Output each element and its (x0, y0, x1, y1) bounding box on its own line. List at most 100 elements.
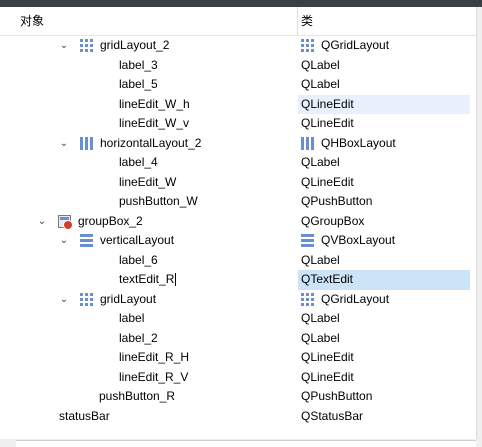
tree-row[interactable]: statusBar QStatusBar (0, 407, 476, 427)
tree-row[interactable]: label_6 QLabel (0, 251, 476, 271)
class-name-cell: QGridLayout (298, 36, 470, 56)
object-name: lineEdit_W_v (119, 116, 190, 130)
object-name-cell: label (119, 309, 144, 329)
object-name: label (119, 311, 145, 325)
tree-row[interactable]: textEdit_R QTextEdit (0, 270, 476, 290)
object-name: pushButton_R (99, 389, 176, 403)
object-name-cell: gridLayout (80, 290, 156, 310)
class-name-cell: QStatusBar (298, 407, 470, 427)
object-name-cell: lineEdit_W (119, 173, 176, 193)
object-name-cell: statusBar (59, 407, 110, 427)
vbox-class-icon (301, 234, 314, 248)
object-name-cell: verticalLayout (80, 231, 174, 251)
grid-layout-icon (80, 39, 93, 53)
class-name-cell: QLineEdit (298, 94, 470, 114)
tree-row[interactable]: ⌄ gridLayout QGridLayout (0, 290, 476, 310)
chevron-down-icon[interactable]: ⌄ (36, 212, 48, 232)
tree-row[interactable]: pushButton_R QPushButton (0, 387, 476, 407)
class-name: QTextEdit (301, 272, 354, 286)
object-name: horizontalLayout_2 (100, 135, 202, 150)
text-caret (175, 273, 177, 287)
header-divider[interactable] (297, 7, 298, 35)
chevron-down-icon[interactable]: ⌄ (58, 290, 70, 310)
tree-row[interactable]: label QLabel (0, 309, 476, 329)
class-name-cell: QTextEdit (298, 270, 470, 290)
class-name-cell: QGridLayout (298, 290, 470, 310)
object-name: statusBar (59, 408, 110, 423)
class-name: QLabel (301, 57, 340, 72)
class-name-cell: QVBoxLayout (298, 231, 470, 251)
object-name: pushButton_W (119, 194, 198, 208)
class-name-cell: QHBoxLayout (298, 134, 470, 154)
class-name-cell: QLineEdit (298, 114, 470, 134)
chevron-down-icon[interactable]: ⌄ (58, 231, 70, 251)
object-name: gridLayout_2 (100, 38, 170, 52)
tree-row[interactable]: lineEdit_W_v QLineEdit (0, 114, 476, 134)
object-name: label_5 (119, 77, 158, 91)
column-header-class[interactable]: 类 (301, 7, 313, 35)
object-name: label_2 (119, 330, 158, 345)
class-name-cell: QLineEdit (298, 348, 470, 368)
object-name-cell: horizontalLayout_2 (80, 134, 201, 154)
class-name: QGroupBox (301, 213, 365, 228)
object-name-cell: lineEdit_R_V (119, 368, 188, 388)
tree-row[interactable]: ⌄ horizontalLayout_2 QHBoxLayout (0, 134, 476, 154)
chevron-down-icon[interactable]: ⌄ (58, 134, 70, 154)
class-name: QLineEdit (301, 350, 354, 364)
object-name: groupBox_2 (78, 213, 143, 228)
class-name-cell: QGroupBox (298, 212, 470, 232)
object-inspector-tree[interactable]: 对象 类 ⌄ gridLayout_2 QGridLayout label_3 QLab… (0, 7, 477, 439)
group-layout-icon (58, 214, 73, 230)
object-name: label_3 (119, 57, 158, 72)
object-name-cell: label_2 (119, 329, 158, 349)
class-name: QLineEdit (301, 96, 354, 111)
tree-row[interactable]: label_4 QLabel (0, 153, 476, 173)
object-name: verticalLayout (100, 233, 175, 247)
class-name: QPushButton (301, 194, 373, 208)
hbox-layout-icon (80, 136, 93, 150)
tree-rows: ⌄ gridLayout_2 QGridLayout label_3 QLabel lab… (0, 36, 476, 426)
tree-row[interactable]: label_2 QLabel (0, 329, 476, 349)
class-name: QLineEdit (301, 174, 354, 189)
object-name: lineEdit_W_h (119, 96, 190, 111)
tree-row[interactable]: lineEdit_R_H QLineEdit (0, 348, 476, 368)
object-name-cell: lineEdit_W_v (119, 114, 189, 134)
class-name-cell: QLabel (298, 251, 470, 271)
object-name: lineEdit_R_H (119, 350, 190, 364)
chevron-down-icon[interactable]: ⌄ (58, 36, 70, 56)
tree-row[interactable]: lineEdit_W_h QLineEdit (0, 94, 476, 114)
tree-row[interactable]: lineEdit_R_V QLineEdit (0, 368, 476, 388)
class-name-cell: QLabel (298, 309, 470, 329)
tree-row[interactable]: ⌄ groupBox_2 QGroupBox (0, 212, 476, 232)
object-name-cell: pushButton_R (99, 387, 175, 407)
class-name-cell: QLineEdit (298, 173, 470, 193)
tree-row[interactable]: pushButton_W QPushButton (0, 192, 476, 212)
object-name-cell: gridLayout_2 (80, 36, 169, 56)
tree-row[interactable]: label_3 QLabel (0, 56, 476, 76)
tree-row[interactable]: label_5 QLabel (0, 75, 476, 95)
object-name: lineEdit_W (119, 174, 177, 189)
object-name: gridLayout (100, 291, 157, 306)
class-name: QLineEdit (301, 116, 354, 130)
object-name: label_6 (119, 252, 158, 267)
tree-header: 对象 类 (0, 7, 476, 36)
object-name-cell: lineEdit_R_H (119, 348, 189, 368)
object-name-cell: label_4 (119, 153, 158, 173)
class-name-cell: QPushButton (298, 387, 470, 407)
class-name: QPushButton (301, 389, 373, 403)
class-name-cell: QLabel (298, 329, 470, 349)
class-name: QLabel (301, 155, 340, 169)
vbox-layout-icon (80, 234, 93, 248)
column-header-object[interactable]: 对象 (20, 7, 44, 35)
class-name: QGridLayout (321, 38, 390, 52)
class-name: QLineEdit (301, 369, 354, 384)
class-name: QLabel (301, 252, 340, 267)
class-name: QLabel (301, 330, 340, 345)
object-name-cell: textEdit_R (119, 270, 177, 290)
tree-row[interactable]: lineEdit_W QLineEdit (0, 173, 476, 193)
grid-layout-icon (80, 292, 93, 306)
window-top-edge (0, 0, 482, 7)
tree-row[interactable]: ⌄ verticalLayout QVBoxLayout (0, 231, 476, 251)
tree-row[interactable]: ⌄ gridLayout_2 QGridLayout (0, 36, 476, 56)
class-name: QLabel (301, 311, 340, 325)
